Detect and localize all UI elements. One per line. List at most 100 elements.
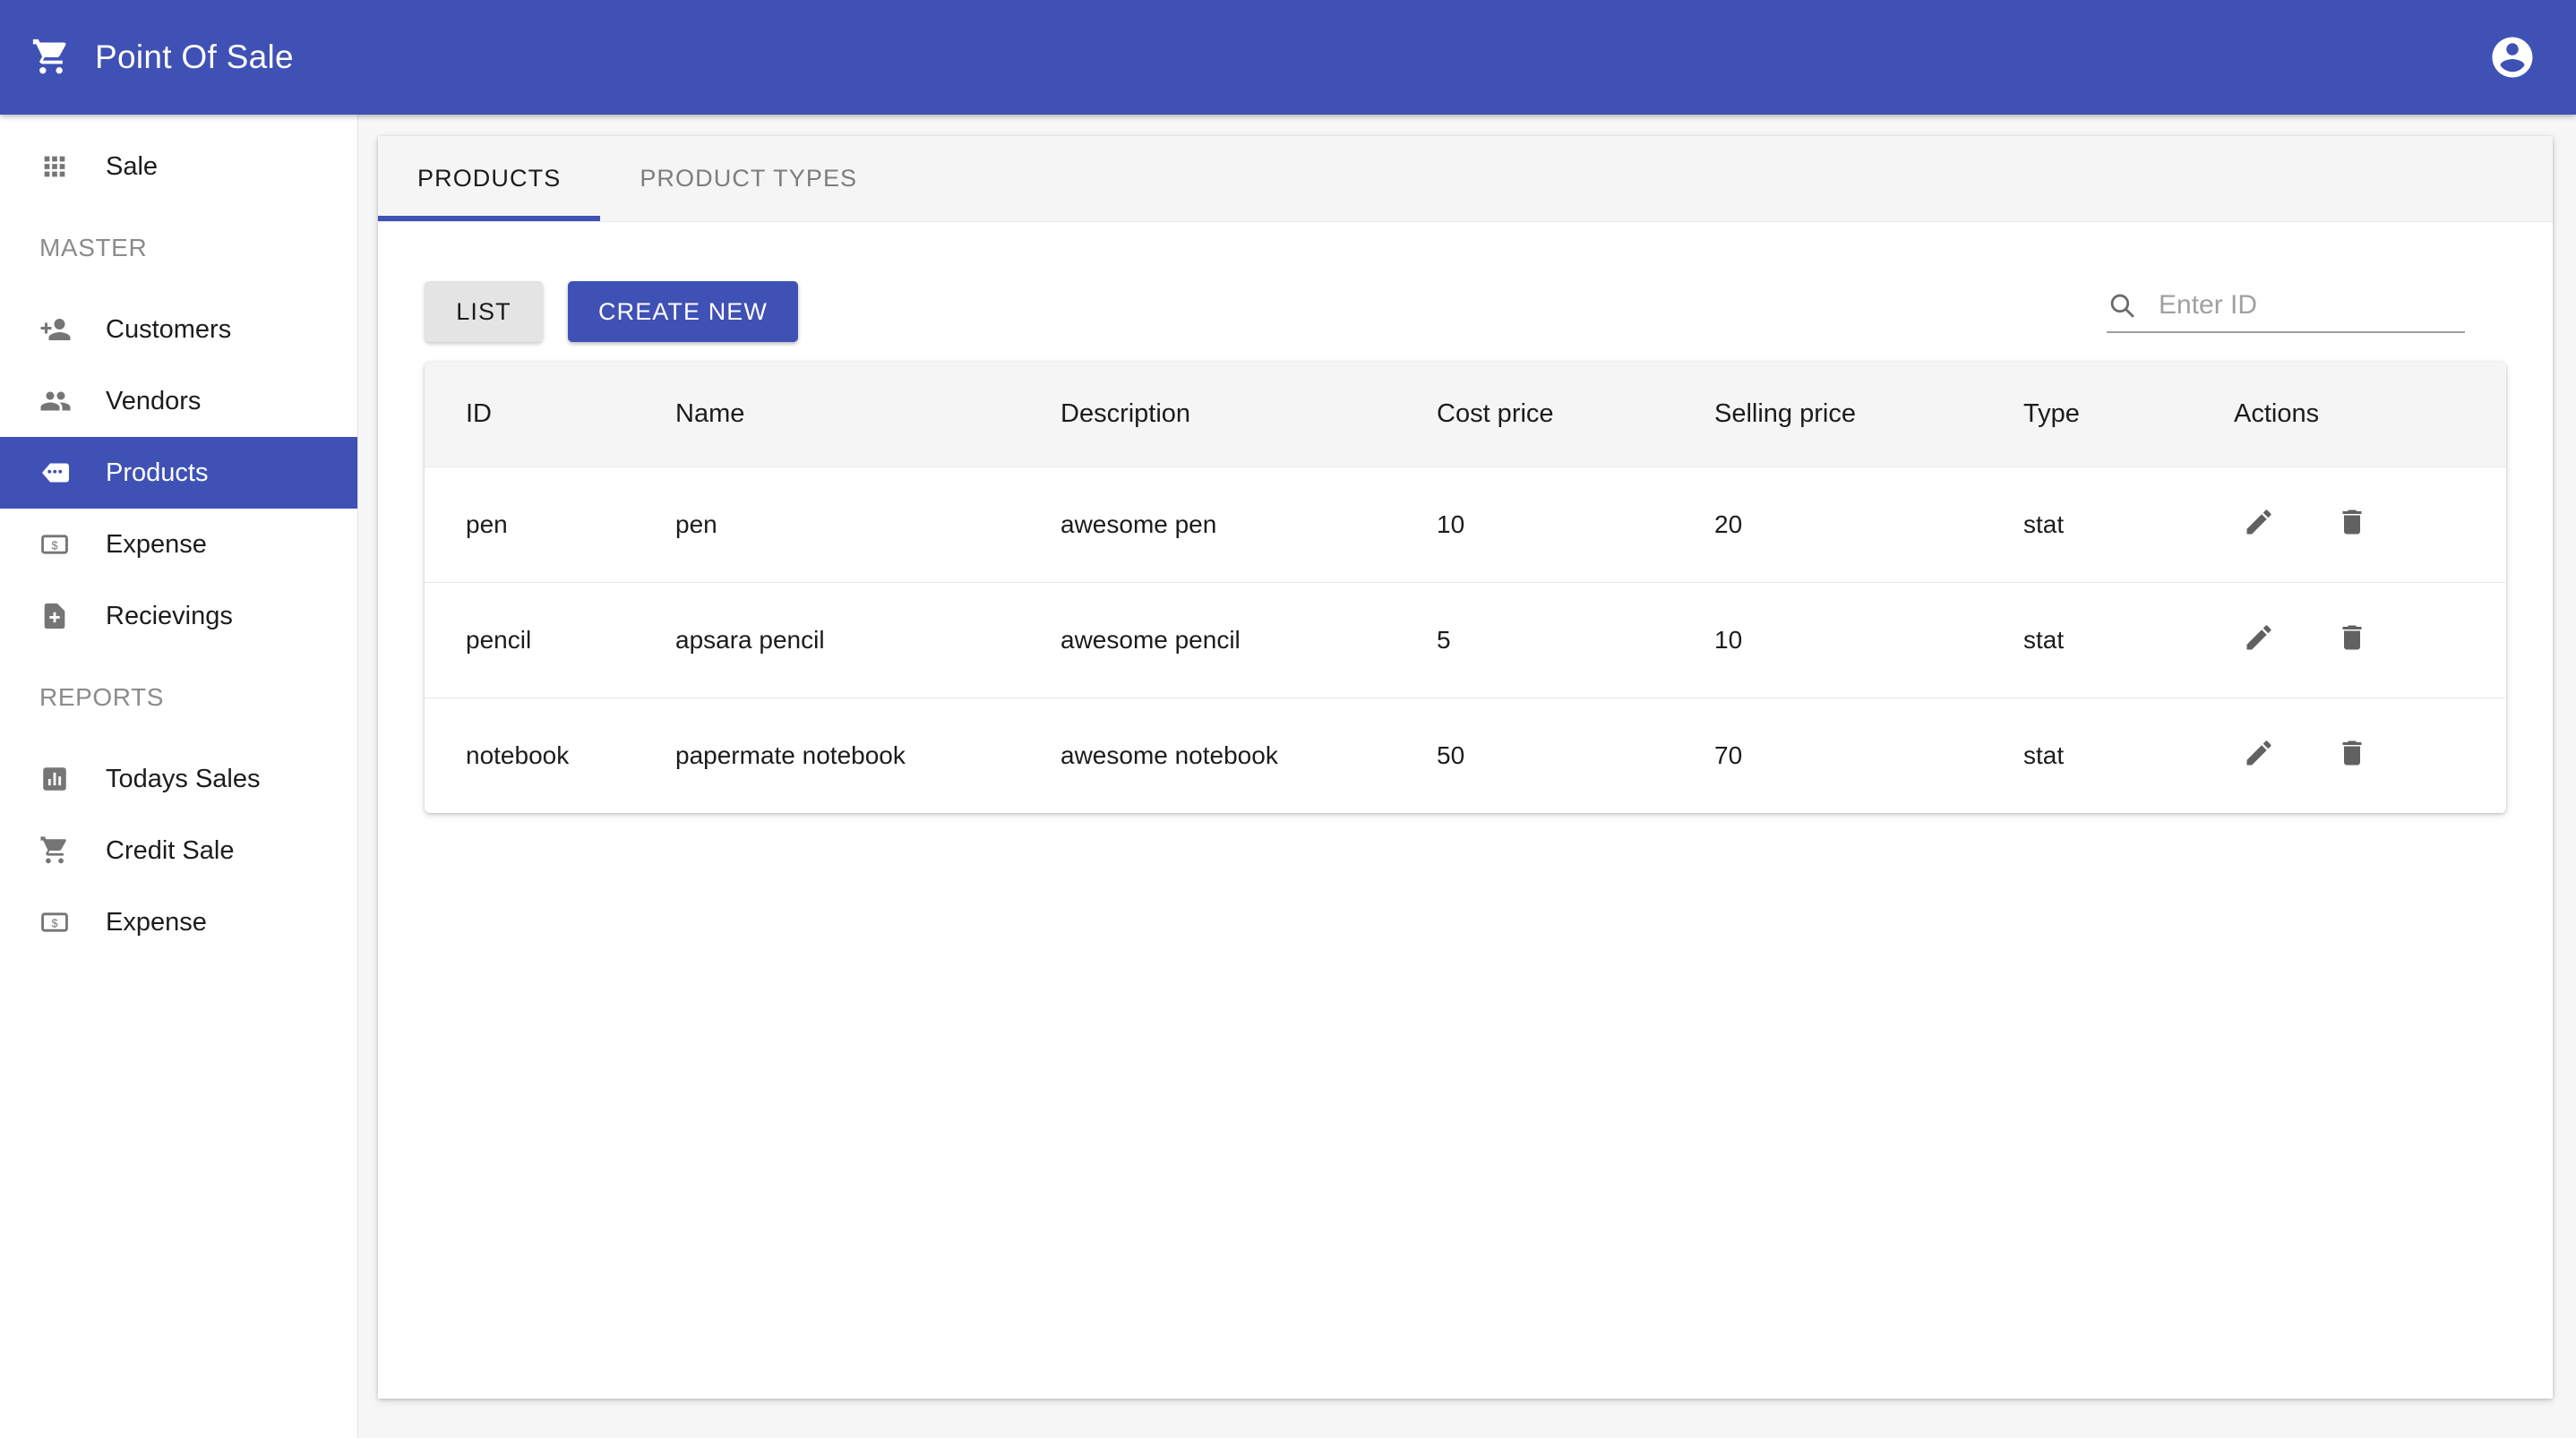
cell-description: awesome pen	[1060, 466, 1437, 583]
list-button[interactable]: LIST	[425, 281, 543, 342]
cell-name: papermate notebook	[675, 698, 1060, 813]
table-row[interactable]: notebook papermate notebook awesome note…	[425, 698, 2506, 813]
search-input[interactable]	[2159, 290, 2465, 321]
sidebar-item-label: Sale	[106, 151, 159, 181]
cell-selling-price: 10	[1714, 582, 2023, 698]
column-header-cost-price: Cost price	[1437, 362, 1714, 467]
content-card: PRODUCTS PRODUCT TYPES LIST CREATE NEW E…	[378, 136, 2553, 1399]
sidebar-item-label: Recievings	[106, 601, 233, 630]
cell-id: pencil	[425, 582, 675, 698]
sidebar-item-vendors[interactable]: Vendors	[0, 365, 357, 437]
cell-description: awesome pencil	[1060, 582, 1437, 698]
sidebar-item-sale[interactable]: Sale	[0, 131, 357, 202]
trash-delete-icon	[2336, 737, 2368, 775]
sidebar-item-label: Customers	[106, 314, 232, 344]
apps-grid-icon	[39, 151, 79, 182]
pencil-edit-icon	[2243, 621, 2275, 660]
person-add-icon	[39, 313, 79, 346]
cell-type: stat	[2023, 466, 2234, 583]
edit-row-button[interactable]	[2234, 500, 2284, 550]
column-header-actions: Actions	[2234, 362, 2506, 467]
shopping-cart-icon	[30, 38, 72, 77]
cell-name: pen	[675, 466, 1060, 583]
delete-row-button[interactable]	[2327, 615, 2377, 665]
pencil-edit-icon	[2243, 506, 2275, 544]
search-field[interactable]	[2107, 290, 2465, 333]
cell-actions	[2234, 582, 2506, 698]
column-header-id: ID	[425, 362, 675, 467]
edit-row-button[interactable]	[2234, 615, 2284, 665]
delete-row-button[interactable]	[2327, 500, 2377, 550]
column-header-selling-price: Selling price	[1714, 362, 2023, 467]
sidebar-item-credit-sale[interactable]: Credit Sale	[0, 815, 357, 886]
sidebar: Sale MASTER Customers Vendors Products $…	[0, 115, 358, 1438]
cell-cost-price: 10	[1437, 466, 1714, 583]
cell-type: stat	[2023, 582, 2234, 698]
column-header-description: Description	[1060, 362, 1437, 467]
tab-products[interactable]: PRODUCTS	[378, 136, 601, 221]
tab-bar: PRODUCTS PRODUCT TYPES	[378, 136, 2553, 222]
note-add-icon	[39, 601, 79, 631]
app-title: Point Of Sale	[95, 39, 294, 75]
create-new-button[interactable]: CREATE NEW	[568, 281, 799, 342]
svg-text:$: $	[51, 539, 57, 552]
sidebar-section-reports: REPORTS	[39, 683, 165, 711]
table-body: pen pen awesome pen 10 20 stat pencil ap…	[425, 466, 2506, 813]
tab-product-types[interactable]: PRODUCT TYPES	[600, 136, 897, 221]
sidebar-item-expense-report[interactable]: $ Expense	[0, 886, 357, 958]
cell-actions	[2234, 466, 2506, 583]
table-header-row: ID Name Description Cost price Selling p…	[425, 362, 2506, 467]
cell-cost-price: 50	[1437, 698, 1714, 813]
app-root: Point Of Sale Sale MASTER Customers Vend…	[0, 0, 2576, 1438]
table-row[interactable]: pencil apsara pencil awesome pencil 5 10…	[425, 582, 2506, 698]
table-head: ID Name Description Cost price Selling p…	[425, 362, 2506, 467]
cell-id: notebook	[425, 698, 675, 813]
sidebar-section-master: MASTER	[39, 234, 148, 261]
svg-text:$: $	[51, 917, 57, 930]
shopping-cart-icon	[39, 835, 79, 866]
cell-id: pen	[425, 466, 675, 583]
cell-name: apsara pencil	[675, 582, 1060, 698]
people-icon	[39, 385, 79, 417]
column-header-type: Type	[2023, 362, 2234, 467]
brand: Point Of Sale	[0, 0, 358, 115]
bar-chart-icon	[39, 764, 79, 794]
sidebar-item-expense[interactable]: $ Expense	[0, 509, 357, 580]
trash-delete-icon	[2336, 506, 2368, 544]
search-icon	[2107, 290, 2159, 321]
sidebar-item-label: Credit Sale	[106, 835, 235, 865]
top-app-bar: Point Of Sale	[0, 0, 2576, 115]
sidebar-item-recievings[interactable]: Recievings	[0, 580, 357, 652]
column-header-name: Name	[675, 362, 1060, 467]
sidebar-item-label: Expense	[106, 529, 207, 559]
main-content-area: PRODUCTS PRODUCT TYPES LIST CREATE NEW E…	[358, 115, 2576, 1438]
sidebar-item-label: Vendors	[106, 386, 202, 415]
sidebar-item-todays-sales[interactable]: Todays Sales	[0, 743, 357, 815]
table-row[interactable]: pen pen awesome pen 10 20 stat	[425, 466, 2506, 583]
sidebar-item-products[interactable]: Products	[0, 437, 357, 509]
sidebar-item-label: Products	[106, 458, 209, 487]
cell-type: stat	[2023, 698, 2234, 813]
account-circle-icon[interactable]	[2486, 31, 2538, 83]
toolbar: LIST CREATE NEW	[378, 222, 2553, 342]
money-note-icon: $	[39, 907, 79, 937]
cell-actions	[2234, 698, 2506, 813]
money-note-icon: $	[39, 529, 79, 560]
products-table-container: ID Name Description Cost price Selling p…	[378, 342, 2553, 813]
delete-row-button[interactable]	[2327, 731, 2377, 781]
cell-cost-price: 5	[1437, 582, 1714, 698]
sidebar-item-customers[interactable]: Customers	[0, 294, 357, 365]
pencil-edit-icon	[2243, 737, 2275, 775]
trash-delete-icon	[2336, 621, 2368, 660]
sidebar-item-label: Expense	[106, 907, 207, 937]
body: Sale MASTER Customers Vendors Products $…	[0, 115, 2576, 1438]
products-table: ID Name Description Cost price Selling p…	[425, 362, 2506, 813]
cell-description: awesome notebook	[1060, 698, 1437, 813]
edit-row-button[interactable]	[2234, 731, 2284, 781]
loyalty-tag-icon	[39, 457, 79, 489]
cell-selling-price: 70	[1714, 698, 2023, 813]
